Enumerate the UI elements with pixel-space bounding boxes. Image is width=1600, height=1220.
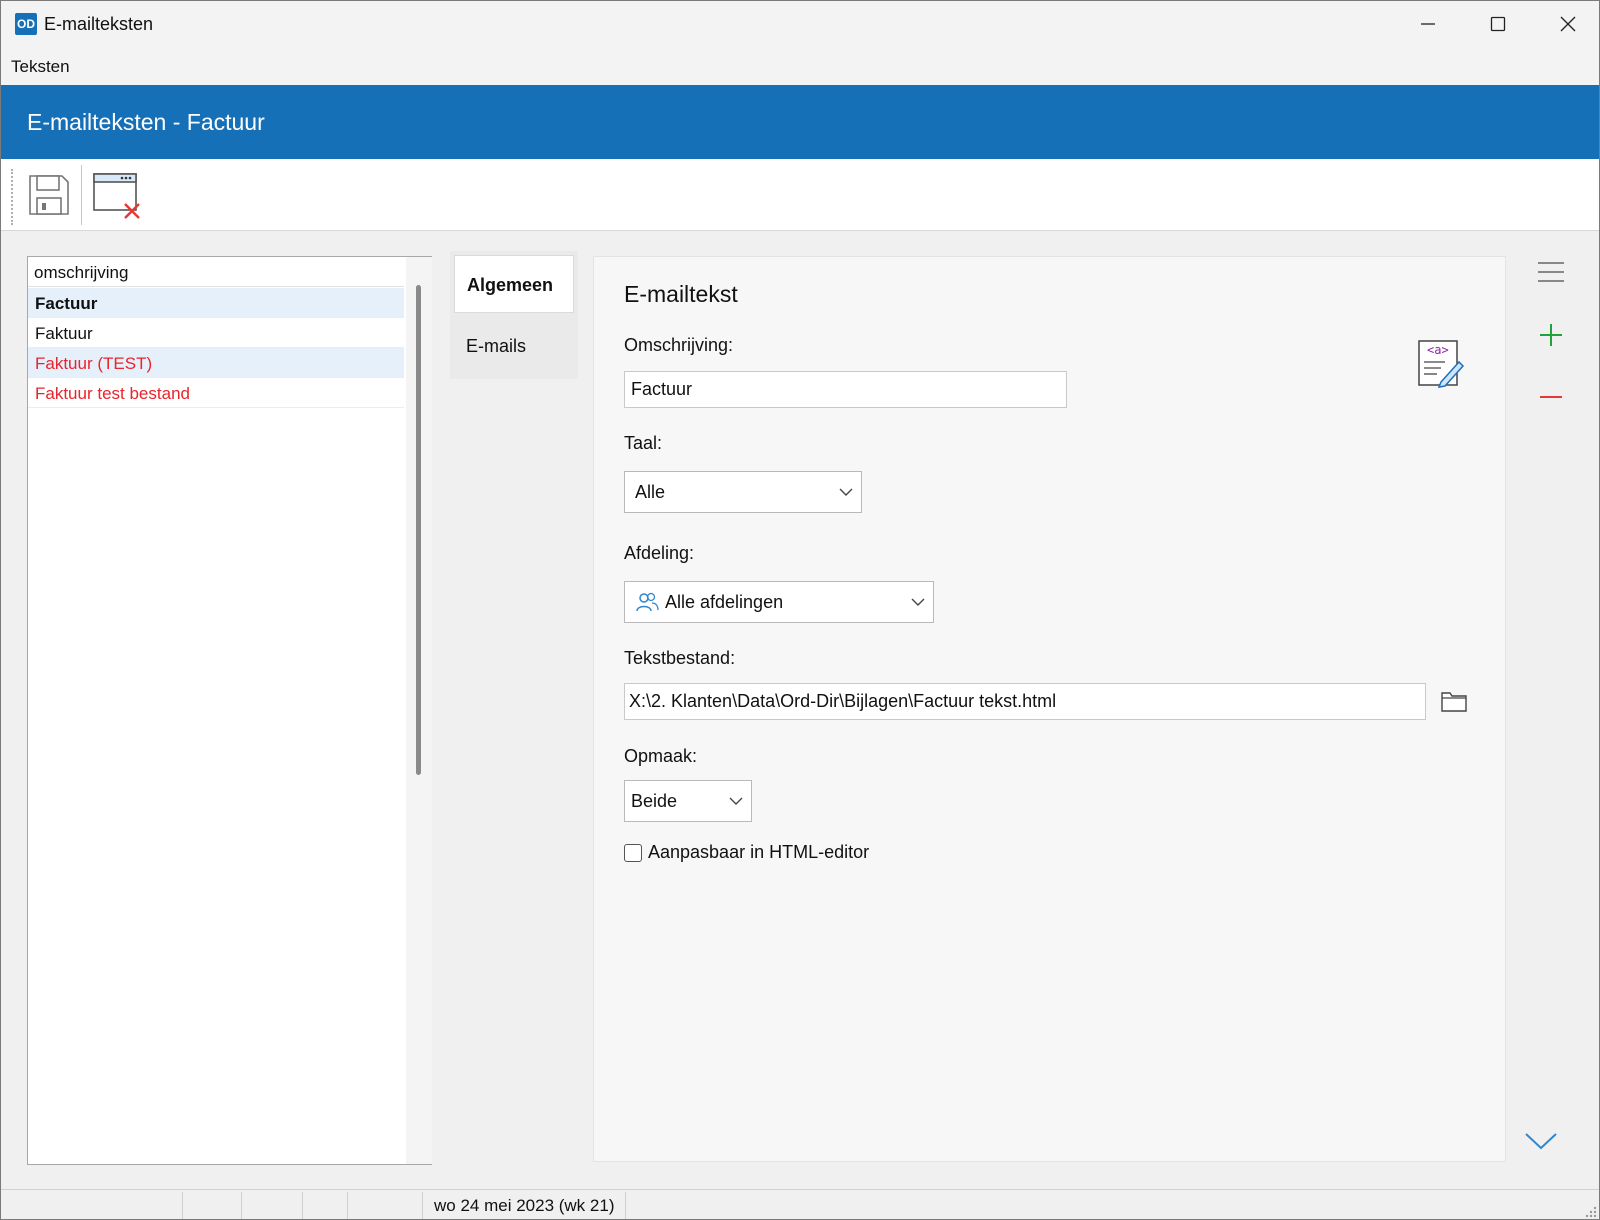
opmaak-select[interactable]: Beide xyxy=(624,780,752,822)
omschrijving-label: Omschrijving: xyxy=(624,335,734,355)
list-item[interactable]: Faktuur xyxy=(28,318,404,348)
html-editor-checkbox[interactable] xyxy=(624,843,642,862)
list-scrollbar-thumb[interactable] xyxy=(416,285,421,775)
main-window: OD E-mailteksten Teksten E-mailteksten -… xyxy=(0,0,1600,1220)
app-logo: OD xyxy=(15,13,37,35)
list-item[interactable]: Factuur xyxy=(28,288,404,318)
tekstbestand-field[interactable]: X:\2. Klanten\Data\Ord-Dir\Bijlagen\Fact… xyxy=(624,683,1426,720)
status-divider xyxy=(302,1192,303,1219)
afdeling-select[interactable]: Alle afdelingen xyxy=(624,581,934,623)
omschrijving-field[interactable]: Factuur xyxy=(624,371,1067,408)
chevron-down-icon xyxy=(729,797,743,805)
html-editor-label: Aanpasbaar in HTML-editor xyxy=(648,842,870,862)
save-button[interactable] xyxy=(21,167,77,223)
toolbar xyxy=(1,159,1599,231)
minimize-button[interactable] xyxy=(1393,1,1463,47)
status-divider xyxy=(347,1192,348,1219)
html-edit-button[interactable]: <a> xyxy=(1414,337,1466,389)
taal-select[interactable]: Alle xyxy=(624,471,862,513)
close-icon xyxy=(1560,16,1576,32)
close-button[interactable] xyxy=(1533,1,1599,47)
opmaak-value: Beide xyxy=(631,790,678,811)
menu-bar: Teksten xyxy=(1,47,1599,85)
chevron-down-icon xyxy=(839,488,853,496)
tekstbestand-value: X:\2. Klanten\Data\Ord-Dir\Bijlagen\Fact… xyxy=(629,691,1057,711)
title-bar: OD E-mailteksten xyxy=(1,1,1599,47)
minimize-icon xyxy=(1421,23,1435,25)
resize-grip-icon[interactable] xyxy=(1583,1204,1597,1218)
tekstbestand-label: Tekstbestand: xyxy=(624,648,736,668)
taal-value: Alle xyxy=(635,481,666,502)
maximize-button[interactable] xyxy=(1463,1,1533,47)
status-divider xyxy=(422,1192,423,1219)
menu-teksten[interactable]: Teksten xyxy=(11,57,70,77)
folder-icon xyxy=(1441,692,1467,712)
maximize-icon xyxy=(1490,16,1506,32)
taal-label: Taal: xyxy=(624,433,663,453)
remove-button[interactable] xyxy=(1531,377,1571,417)
tab-algemeen[interactable]: Algemeen xyxy=(454,255,574,313)
chevron-down-icon xyxy=(1525,1133,1557,1150)
tab-emails[interactable]: E-mails xyxy=(454,317,574,375)
scroll-down-button[interactable] xyxy=(1521,1121,1561,1161)
email-text-list[interactable]: omschrijving Factuur Faktuur Faktuur (TE… xyxy=(27,256,432,1165)
afdeling-value: Alle afdelingen xyxy=(665,591,784,612)
minus-icon xyxy=(1540,396,1562,398)
list-item[interactable]: Faktuur test bestand xyxy=(28,378,404,408)
plus-icon xyxy=(1540,324,1562,346)
toolbar-grip[interactable] xyxy=(11,169,13,225)
list-item[interactable]: Faktuur (TEST) xyxy=(28,348,404,378)
omschrijving-value: Factuur xyxy=(631,379,693,399)
panel-title: E-mailtekst xyxy=(624,281,738,307)
column-header-omschrijving[interactable]: omschrijving xyxy=(28,257,404,287)
toolbar-separator xyxy=(81,165,82,225)
status-date: wo 24 mei 2023 (wk 21) xyxy=(434,1196,615,1215)
afdeling-label: Afdeling: xyxy=(624,543,695,563)
html-edit-icon: <a> xyxy=(1418,340,1465,388)
add-button[interactable] xyxy=(1531,315,1571,355)
status-divider xyxy=(241,1192,242,1219)
browse-folder-button[interactable] xyxy=(1434,681,1474,721)
close-window-button[interactable] xyxy=(89,167,145,223)
hamburger-icon xyxy=(1538,262,1564,282)
tab-strip: Algemeen E-mails xyxy=(450,251,578,379)
page-header: E-mailteksten - Factuur xyxy=(1,85,1599,159)
status-divider xyxy=(625,1192,626,1219)
close-window-icon xyxy=(93,173,140,219)
opmaak-label: Opmaak: xyxy=(624,746,698,766)
html-editor-option[interactable]: Aanpasbaar in HTML-editor xyxy=(624,842,869,863)
save-icon xyxy=(29,175,69,215)
users-icon xyxy=(636,592,659,612)
page-title: E-mailteksten - Factuur xyxy=(27,109,265,135)
menu-button[interactable] xyxy=(1531,252,1571,292)
list-scrollbar[interactable] xyxy=(406,257,432,1164)
status-divider xyxy=(182,1192,183,1219)
window-title: E-mailteksten xyxy=(44,14,154,34)
status-bar: wo 24 mei 2023 (wk 21) xyxy=(1,1189,1599,1219)
svg-text:<a>: <a> xyxy=(1427,343,1449,357)
chevron-down-icon xyxy=(911,598,925,606)
details-panel: E-mailtekst Omschrijving: Factuur <a> Ta… xyxy=(593,256,1506,1162)
